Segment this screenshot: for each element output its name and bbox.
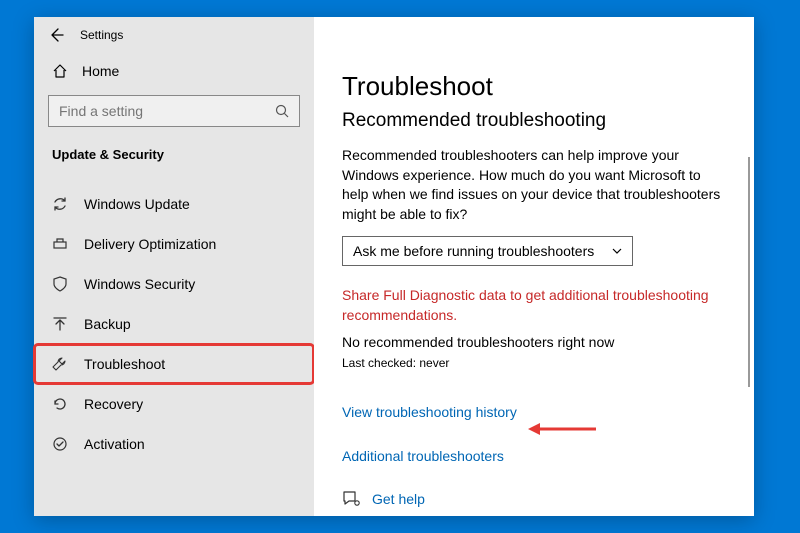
nav-item-backup[interactable]: Backup [34,304,314,344]
nav-item-recovery[interactable]: Recovery [34,384,314,424]
backup-icon [52,316,70,332]
scrollbar[interactable] [748,157,750,387]
home-icon [52,63,68,79]
content-pane: Troubleshoot Recommended troubleshooting… [314,17,754,516]
back-button[interactable] [48,27,64,43]
troubleshoot-preference-dropdown[interactable]: Ask me before running troubleshooters [342,236,633,266]
titlebar: Settings [34,17,314,53]
additional-troubleshooters-link[interactable]: Additional troubleshooters [342,448,504,464]
nav-label: Windows Update [84,196,190,212]
app-title: Settings [80,28,123,42]
nav-label: Backup [84,316,131,332]
description-text: Recommended troubleshooters can help imp… [342,146,722,224]
help-icon [342,490,360,508]
recovery-icon [52,396,70,412]
get-help-row[interactable]: Get help [342,490,722,508]
search-box[interactable] [48,95,300,127]
nav-label: Delivery Optimization [84,236,216,252]
diagnostic-warning: Share Full Diagnostic data to get additi… [342,286,722,325]
get-help-link[interactable]: Get help [372,491,425,507]
settings-window: Settings Home Update & Security Windows … [34,17,754,516]
nav-label: Activation [84,436,145,452]
nav-label: Recovery [84,396,143,412]
home-nav-item[interactable]: Home [34,53,314,89]
nav-list: Windows Update Delivery Optimization Win… [34,176,314,464]
nav-label: Windows Security [84,276,195,292]
no-recommendations-text: No recommended troubleshooters right now [342,334,722,350]
delivery-icon [52,236,70,252]
search-input[interactable] [59,103,275,119]
chevron-down-icon [612,248,622,254]
page-title: Troubleshoot [342,71,722,102]
shield-icon [52,276,70,292]
left-nav-pane: Settings Home Update & Security Windows … [34,17,314,516]
view-history-link[interactable]: View troubleshooting history [342,404,517,420]
dropdown-value: Ask me before running troubleshooters [353,243,594,259]
activation-icon [52,436,70,452]
page-subtitle: Recommended troubleshooting [342,110,722,132]
wrench-icon [52,356,70,372]
section-label: Update & Security [34,141,314,176]
last-checked-text: Last checked: never [342,356,722,370]
nav-item-windows-update[interactable]: Windows Update [34,184,314,224]
nav-item-delivery-optimization[interactable]: Delivery Optimization [34,224,314,264]
home-label: Home [82,63,119,79]
sync-icon [52,196,70,212]
nav-label: Troubleshoot [84,356,165,372]
nav-item-windows-security[interactable]: Windows Security [34,264,314,304]
search-icon [275,104,289,118]
nav-item-troubleshoot[interactable]: Troubleshoot [34,344,314,384]
nav-item-activation[interactable]: Activation [34,424,314,464]
